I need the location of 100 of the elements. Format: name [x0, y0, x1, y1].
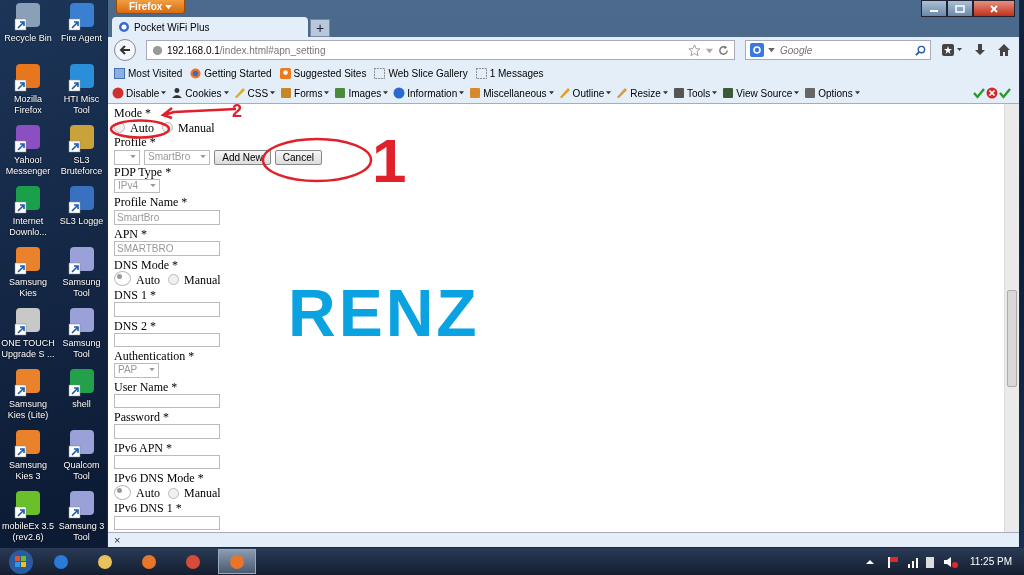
new-tab-button[interactable]: + — [310, 19, 330, 37]
shortcut-icon[interactable] — [13, 63, 43, 93]
minimize-button[interactable] — [921, 0, 947, 17]
shortcut-icon[interactable] — [13, 246, 43, 276]
field-label: User Name * — [114, 379, 178, 394]
error-icon[interactable] — [986, 87, 998, 99]
toolbar-menu-button[interactable]: Tools — [670, 87, 720, 99]
shortcut-label[interactable]: Samsung 3 Tool — [54, 521, 107, 543]
shortcut-icon[interactable] — [66, 490, 97, 520]
shortcut-label[interactable]: Yahoo! Messenger — [1, 155, 55, 177]
field-label: DNS 2 * — [114, 318, 156, 333]
radio-option[interactable]: Auto — [114, 271, 160, 289]
shortcut-label[interactable]: Samsung Kies (Lite) — [1, 399, 55, 421]
shortcut-icon[interactable] — [13, 490, 43, 520]
toolbar-menu-button[interactable]: Options — [802, 87, 862, 99]
toolbar-menu-button[interactable]: Disable — [110, 87, 169, 99]
start-button[interactable] — [6, 548, 36, 575]
shortcut-icon[interactable] — [66, 63, 97, 93]
checkmark-icon[interactable] — [999, 87, 1011, 99]
field-label: Password * — [114, 410, 169, 425]
radio-option[interactable]: Manual — [168, 486, 221, 501]
shortcut-label[interactable]: Samsung Tool — [54, 338, 107, 360]
form-button[interactable]: Cancel — [274, 149, 322, 165]
address-bar[interactable]: 192.168.0.1/index.html#apn_setting — [146, 40, 735, 60]
shortcut-icon[interactable] — [13, 2, 43, 32]
shortcut-label[interactable]: ONE TOUCH Upgrade S ... — [1, 338, 55, 360]
home-icon[interactable] — [997, 43, 1011, 57]
bookmark-item[interactable]: Getting Started — [188, 67, 274, 79]
browser-tab[interactable]: Pocket WiFi Plus — [112, 17, 308, 37]
toolbar-menu-button[interactable]: Resize — [614, 87, 670, 99]
shortcut-label[interactable]: Samsung Kies 3 — [1, 460, 55, 482]
search-bar[interactable]: Google — [745, 40, 931, 60]
shortcut-label[interactable]: Samsung Tool — [54, 277, 107, 299]
toolbar-menu-button[interactable]: Information — [391, 87, 467, 99]
shortcut-icon[interactable] — [13, 185, 43, 215]
shortcut-label[interactable]: SL3 Bruteforce — [54, 155, 107, 177]
field-label: APN * — [114, 226, 147, 241]
shortcut-label[interactable]: Fire Agent — [54, 33, 107, 44]
scrollbar[interactable] — [1004, 104, 1019, 532]
bookmarks-icon[interactable] — [941, 43, 963, 57]
shortcut-icon[interactable] — [13, 368, 43, 398]
input-field[interactable] — [114, 454, 220, 470]
shortcut-icon[interactable] — [66, 368, 97, 398]
shortcut-label[interactable]: mobileEx 3.5 (rev2.6) — [1, 521, 55, 543]
toolbar-menu-button[interactable]: View Source — [720, 87, 802, 99]
toolbar-menu-button[interactable]: Cookies — [169, 87, 231, 99]
bookmark-item[interactable]: Suggested Sites — [277, 67, 369, 79]
input-field[interactable] — [114, 302, 220, 317]
shortcut-label[interactable]: Mozilla Firefox — [1, 94, 55, 116]
maximize-button[interactable] — [947, 0, 973, 17]
dashed-square-icon — [374, 67, 386, 79]
shortcut-label[interactable]: Internet Downlo... — [1, 216, 55, 238]
input-field[interactable] — [114, 393, 220, 409]
checkmark-icon[interactable] — [973, 87, 985, 99]
shortcut-label[interactable]: Samsung Kies — [1, 277, 55, 299]
clock[interactable]: 11:25 PM — [965, 556, 1016, 567]
field-label: IPv6 DNS 1 * — [114, 501, 182, 516]
caret-icon — [854, 91, 860, 95]
input-field[interactable] — [114, 424, 220, 439]
shortcut-icon[interactable] — [66, 185, 97, 215]
shortcut-icon[interactable] — [13, 307, 43, 337]
download-icon[interactable] — [973, 43, 987, 57]
form-button[interactable]: Add New — [214, 149, 271, 165]
shortcut-label[interactable]: shell — [54, 399, 107, 410]
back-button[interactable] — [114, 39, 136, 61]
reload-icon[interactable] — [718, 44, 729, 56]
close-addon-bar-button[interactable]: × — [112, 534, 123, 546]
shortcut-icon[interactable] — [66, 124, 97, 154]
shortcut-icon[interactable] — [13, 124, 43, 154]
search-icon[interactable] — [915, 44, 926, 56]
shortcut-icon[interactable] — [13, 429, 43, 459]
toolbar-menu-button[interactable]: Miscellaneous — [467, 87, 556, 99]
shortcut-label[interactable]: SL3 Logge — [54, 216, 107, 227]
caret-icon[interactable] — [768, 47, 775, 53]
radio-option[interactable]: Manual — [162, 120, 215, 135]
shortcut-label[interactable]: Recycle Bin — [1, 33, 55, 44]
toolbar-menu-button[interactable]: CSS — [231, 87, 278, 99]
input-field[interactable] — [114, 515, 220, 531]
shortcut-icon[interactable] — [66, 246, 97, 276]
toolbar-menu-button[interactable]: Forms — [278, 87, 332, 99]
field-label: Profile Name * — [114, 195, 188, 210]
bookmark-item[interactable]: Most Visited — [112, 67, 185, 79]
radio-option[interactable]: Manual — [168, 273, 221, 287]
bookmark-item[interactable]: 1 Messages — [473, 67, 546, 79]
search-engine-icon[interactable] — [750, 43, 766, 57]
annotation-number: 2 — [232, 104, 242, 121]
shortcut-label[interactable]: HTI Misc Tool — [54, 94, 107, 116]
shortcut-icon[interactable] — [66, 2, 97, 32]
close-button[interactable] — [973, 0, 1015, 17]
caret-icon — [165, 5, 173, 10]
bookmark-item[interactable]: Web Slice Gallery — [372, 67, 470, 79]
star-icon[interactable] — [688, 43, 701, 57]
toolbar-menu-button[interactable]: Images — [332, 87, 391, 99]
input-field[interactable] — [114, 332, 220, 348]
radio-option[interactable]: Auto — [114, 485, 160, 502]
toolbar-menu-button[interactable]: Outline — [556, 87, 614, 99]
shortcut-icon[interactable] — [66, 429, 97, 459]
shortcut-label[interactable]: Qualcom Tool — [54, 460, 107, 482]
overlay-text: RENZ — [288, 278, 480, 348]
shortcut-icon[interactable] — [66, 307, 97, 337]
